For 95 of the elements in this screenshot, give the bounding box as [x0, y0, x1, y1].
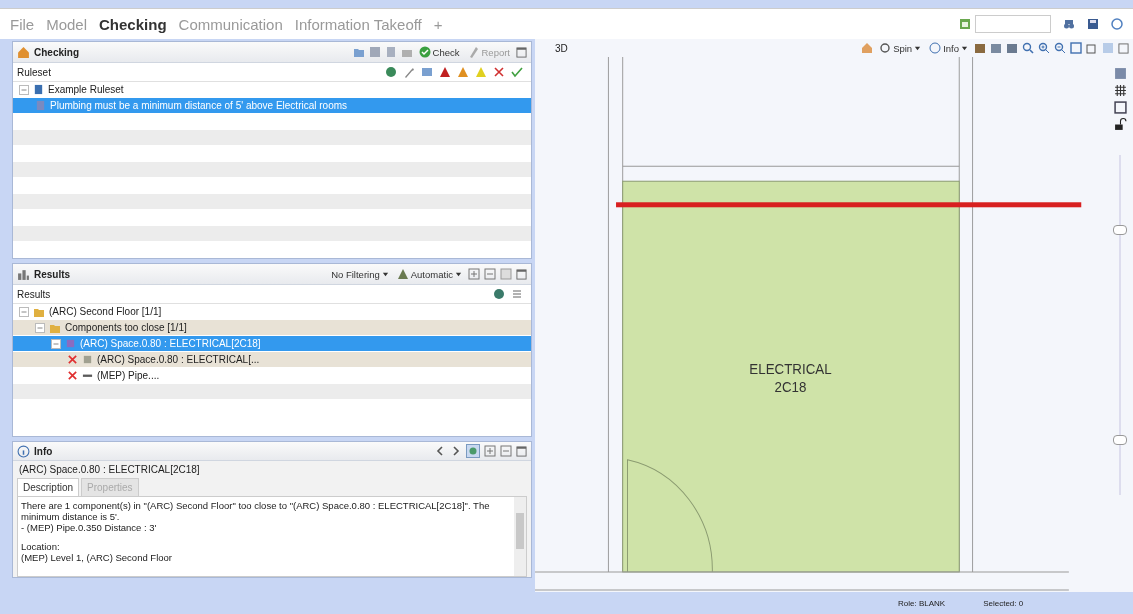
- home-icon[interactable]: [861, 42, 874, 54]
- caret-icon: [455, 270, 462, 278]
- zoom-out-icon[interactable]: [1054, 42, 1066, 54]
- check-icon: [418, 46, 431, 58]
- list-icon[interactable]: [500, 268, 512, 280]
- panel-title: Info: [34, 445, 53, 457]
- caret-icon: [961, 44, 968, 52]
- column-header: Ruleset: [17, 66, 51, 78]
- description-line: (MEP) Level 1, (ARC) Second Floor: [21, 552, 173, 563]
- tree-label: Example Ruleset: [48, 84, 124, 95]
- globe-icon[interactable]: [385, 66, 397, 78]
- collapse-icon[interactable]: [51, 338, 61, 349]
- handle-icon[interactable]: [1113, 225, 1127, 235]
- view-tab[interactable]: 3D: [539, 42, 568, 54]
- binoculars-icon[interactable]: [1063, 18, 1075, 30]
- role-text: Role: BLANK: [898, 598, 946, 608]
- room-number: 2C18: [774, 379, 807, 395]
- maximize-icon[interactable]: [516, 46, 527, 58]
- tree-label: (ARC) Second Floor [1/1]: [49, 306, 162, 317]
- grid-icon[interactable]: [1113, 84, 1127, 97]
- warning-icon[interactable]: [439, 66, 451, 78]
- info-icon: [929, 42, 942, 54]
- cross-icon: [67, 370, 78, 381]
- filter-dropdown[interactable]: No Filtering: [329, 268, 391, 280]
- collapse-icon[interactable]: [500, 445, 512, 457]
- collapse-icon[interactable]: [19, 84, 29, 95]
- room-shape[interactable]: [622, 180, 960, 573]
- cross-icon[interactable]: [493, 66, 505, 78]
- book-icon: [33, 84, 44, 95]
- tree-label: Plumbing must be a minimum distance of 5' above Electrical rooms: [50, 100, 348, 111]
- help-icon[interactable]: [1111, 18, 1123, 30]
- maximize-icon[interactable]: [516, 268, 527, 280]
- menu-tab[interactable]: Checking: [99, 15, 167, 33]
- cube-icon: [82, 354, 93, 365]
- info-tab[interactable]: Description: [17, 478, 80, 496]
- back-icon[interactable]: [434, 445, 446, 457]
- chart-icon: [17, 267, 30, 281]
- save-icon[interactable]: [1087, 18, 1099, 30]
- checkmark-icon[interactable]: [511, 66, 523, 78]
- collapse-icon[interactable]: [35, 322, 45, 333]
- forward-icon[interactable]: [450, 445, 462, 457]
- tree-row[interactable]: Components too close [1/1]: [13, 320, 531, 336]
- subject-text: (ARC) Space.0.80 : ELECTRICAL[2C18]: [18, 463, 201, 477]
- expand-icon[interactable]: [484, 445, 496, 457]
- spin-button[interactable]: Spin: [877, 42, 924, 54]
- pencil-icon: [467, 46, 480, 58]
- mode-dropdown[interactable]: Automatic: [394, 268, 464, 280]
- panel-title: Results: [34, 268, 71, 280]
- folder-icon[interactable]: [352, 46, 365, 58]
- save-icon[interactable]: [1113, 101, 1127, 114]
- scrollbar[interactable]: [514, 497, 526, 576]
- window-icon[interactable]: [1086, 42, 1098, 54]
- unlock-icon[interactable]: [1113, 118, 1127, 131]
- search-field[interactable]: [975, 15, 1051, 33]
- list-icon[interactable]: [511, 288, 523, 300]
- rotate-icon: [879, 42, 892, 54]
- info-button[interactable]: Info: [927, 42, 970, 54]
- zoom-icon[interactable]: [1022, 42, 1034, 54]
- tree-row[interactable]: (ARC) Space.0.80 : ELECTRICAL[...: [13, 352, 531, 368]
- column-header: Results: [17, 288, 51, 300]
- tree-label: Components too close [1/1]: [65, 322, 187, 333]
- table-icon[interactable]: [421, 66, 433, 78]
- room-name: ELECTRICAL: [749, 361, 832, 377]
- maximize-icon[interactable]: [516, 445, 527, 457]
- collapse-icon[interactable]: [19, 306, 29, 317]
- maximize-icon[interactable]: [1118, 42, 1129, 54]
- caret-icon: [914, 44, 922, 52]
- description-line: There are 1 component(s) in "(ARC) Second Floor" too close to "(ARC) Space.0.80 : ELECTRICAL[2C18]". The minimum distance is 5'.: [21, 500, 491, 522]
- globe-icon[interactable]: [493, 288, 505, 300]
- document-icon[interactable]: [384, 46, 397, 58]
- cross-icon: [67, 354, 78, 365]
- person-icon: [396, 268, 409, 280]
- description-line: - (MEP) Pipe.0.350 Distance : 3': [21, 522, 158, 533]
- zoom-in-icon[interactable]: [1038, 42, 1050, 54]
- caret-icon: [381, 270, 389, 278]
- check-button[interactable]: Check: [416, 46, 462, 58]
- selection-count: Selected: 0: [983, 598, 1024, 608]
- tree-label: (MEP) Pipe....: [97, 370, 160, 381]
- panel-title: Checking: [34, 46, 79, 58]
- wrench-icon[interactable]: [403, 66, 415, 78]
- warning-icon[interactable]: [457, 66, 469, 78]
- tree-label: (ARC) Space.0.80 : ELECTRICAL[...: [97, 354, 260, 365]
- info-icon: [17, 444, 30, 458]
- calendar-icon[interactable]: [959, 18, 971, 30]
- house-icon: [17, 45, 30, 59]
- tree-label: (ARC) Space.0.80 : ELECTRICAL[2C18]: [80, 338, 261, 349]
- cube-icon[interactable]: [1006, 42, 1018, 54]
- cube-icon[interactable]: [990, 42, 1002, 54]
- handle-icon[interactable]: [1113, 435, 1127, 445]
- cube-icon: [65, 338, 76, 349]
- cube-icon[interactable]: [974, 42, 986, 54]
- expand-icon[interactable]: [468, 268, 480, 280]
- description-line: Location:: [21, 541, 61, 552]
- fit-icon[interactable]: [1070, 42, 1082, 54]
- collapse-icon[interactable]: [484, 268, 496, 280]
